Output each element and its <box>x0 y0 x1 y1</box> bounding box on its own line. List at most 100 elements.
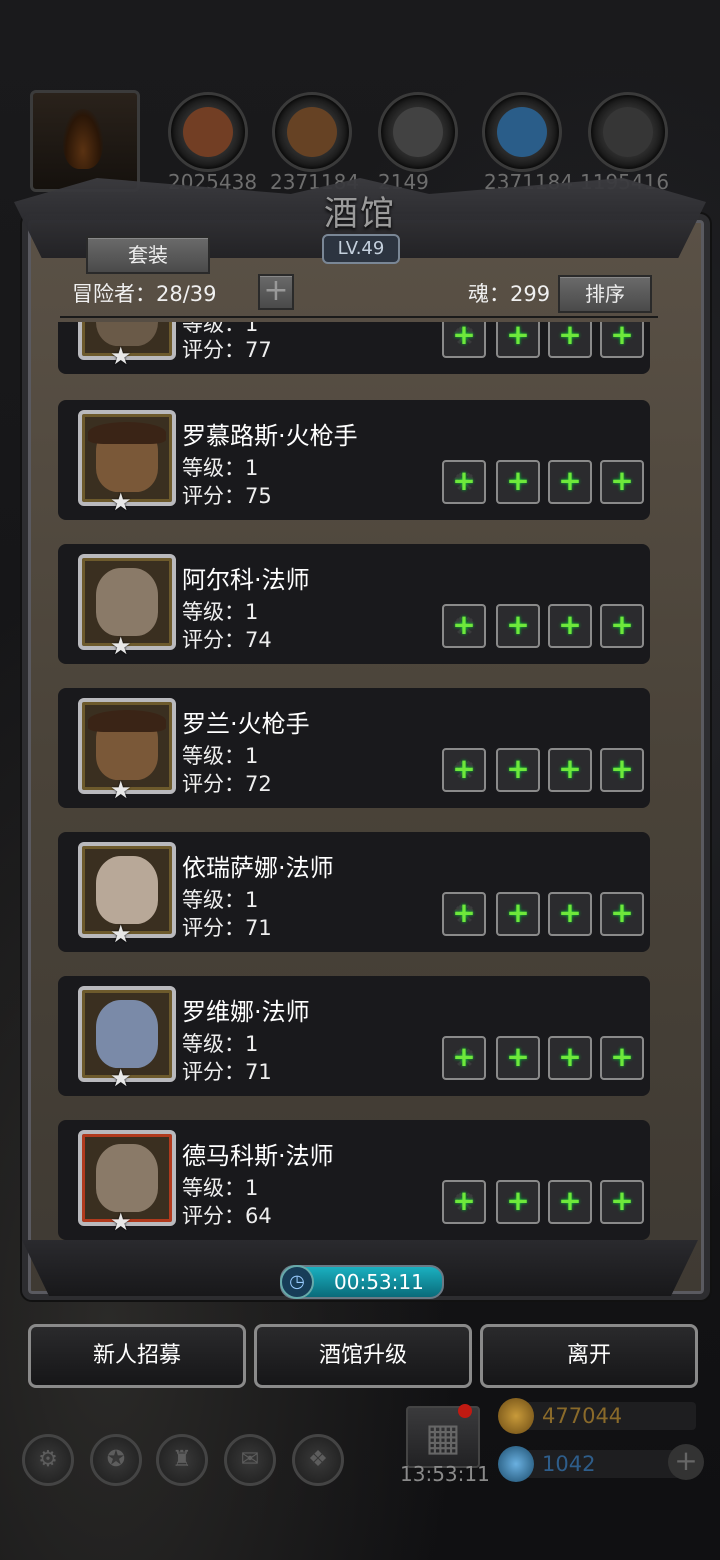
hero-card[interactable]: ★ 罗兰·火枪手 等级：1 评分：72 ⚒ + ✦ + + + <box>58 688 650 808</box>
star-icon: ★ <box>110 488 132 516</box>
equip-slot-ring[interactable]: + <box>548 460 592 504</box>
hero-name: 罗兰·火枪手 <box>182 710 310 738</box>
equip-slot-ring[interactable]: + <box>548 1180 592 1224</box>
soul-count: 魂：299 <box>468 282 551 306</box>
equip-slot-weapon[interactable]: ⚒ + <box>442 748 486 792</box>
sort-button[interactable]: 排序 <box>558 275 652 313</box>
achievement-button[interactable]: ✪ <box>90 1434 142 1486</box>
wood-resource[interactable] <box>272 92 352 172</box>
hero-card[interactable]: ★ 德马科斯·法师 等级：1 评分：64 ⚒ + ✦ + + + <box>58 1120 650 1240</box>
tavern-level-badge: LV.49 <box>322 234 400 264</box>
equip-slot-amulet[interactable]: + <box>600 604 644 648</box>
plus-icon: + <box>506 896 530 929</box>
hero-level: 等级：1 <box>182 744 259 768</box>
plus-icon: + <box>610 896 634 929</box>
equip-slot-armor[interactable]: ✦ + <box>496 322 540 358</box>
gold-coin-icon <box>498 1398 534 1434</box>
equip-slot-armor[interactable]: ✦ + <box>496 1036 540 1080</box>
equip-slot-amulet[interactable]: + <box>600 1036 644 1080</box>
plus-icon: + <box>506 752 530 785</box>
add-currency-button[interactable]: + <box>668 1444 704 1480</box>
ore-resource[interactable] <box>588 92 668 172</box>
equip-slot-amulet[interactable]: + <box>600 892 644 936</box>
plus-icon: + <box>558 322 582 351</box>
gold-value: 477044 <box>542 1404 623 1428</box>
hero-score: 评分：74 <box>182 628 272 652</box>
plus-icon: + <box>452 608 476 641</box>
equip-slot-weapon[interactable]: ⚒ + <box>442 1180 486 1224</box>
iron-icon <box>393 107 443 157</box>
meat-icon <box>183 107 233 157</box>
plus-icon: + <box>506 1184 530 1217</box>
chat-icon: ❖ <box>308 1447 328 1472</box>
crystal-resource[interactable] <box>482 92 562 172</box>
plus-icon: + <box>558 1184 582 1217</box>
equip-slot-weapon[interactable]: ⚒ + <box>442 604 486 648</box>
gift-timer: 13:53:11 <box>400 1462 490 1486</box>
equip-slot-weapon[interactable]: ⚒ + <box>442 460 486 504</box>
hero-score: 评分：71 <box>182 1060 272 1084</box>
recruit-button[interactable]: 新人招募 <box>28 1324 246 1388</box>
hero-card[interactable]: ★ 等级：1 评分：77 ⚒ + ✦ + + + <box>58 322 650 374</box>
hero-level: 等级：1 <box>182 456 259 480</box>
equip-slot-ring[interactable]: + <box>548 1036 592 1080</box>
plus-icon: + <box>452 1040 476 1073</box>
castle-icon: ♜ <box>172 1447 192 1472</box>
refresh-timer: ◷ 00:53:11 <box>280 1265 444 1299</box>
equip-slot-amulet[interactable]: + <box>600 322 644 358</box>
meat-resource[interactable] <box>168 92 248 172</box>
leave-button[interactable]: 离开 <box>480 1324 698 1388</box>
badge-icon: ✪ <box>106 1447 126 1472</box>
equip-slot-ring[interactable]: + <box>548 748 592 792</box>
clock-icon: ◷ <box>280 1265 314 1299</box>
equip-slot-armor[interactable]: ✦ + <box>496 892 540 936</box>
equip-slot-ring[interactable]: + <box>548 892 592 936</box>
add-slot-button[interactable]: + <box>258 274 294 310</box>
equip-slot-weapon[interactable]: ⚒ + <box>442 322 486 358</box>
hero-card[interactable]: ★ 罗维娜·法师 等级：1 评分：71 ⚒ + ✦ + + + <box>58 976 650 1096</box>
plus-icon: + <box>558 608 582 641</box>
header-divider <box>60 316 658 318</box>
plus-icon: + <box>506 464 530 497</box>
plus-icon: + <box>558 896 582 929</box>
equip-slot-ring[interactable]: + <box>548 322 592 358</box>
equip-slot-armor[interactable]: ✦ + <box>496 604 540 648</box>
hero-level: 等级：1 <box>182 1032 259 1056</box>
equip-slot-amulet[interactable]: + <box>600 748 644 792</box>
equip-slot-amulet[interactable]: + <box>600 1180 644 1224</box>
equip-slot-ring[interactable]: + <box>548 604 592 648</box>
hero-card[interactable]: ★ 依瑞萨娜·法师 等级：1 评分：71 ⚒ + ✦ + + + <box>58 832 650 952</box>
hero-list[interactable]: ★ 等级：1 评分：77 ⚒ + ✦ + + + ★ 罗慕路斯·火枪手 等级：1 评… <box>58 322 658 1242</box>
hero-score: 评分：71 <box>182 916 272 940</box>
hero-name: 依瑞萨娜·法师 <box>182 854 334 882</box>
plus-icon: + <box>452 896 476 929</box>
hero-score: 评分：64 <box>182 1204 272 1228</box>
equip-slot-armor[interactable]: ✦ + <box>496 748 540 792</box>
settings-button[interactable]: ⚙ <box>22 1434 74 1486</box>
building-button[interactable]: ♜ <box>156 1434 208 1486</box>
hero-card[interactable]: ★ 阿尔科·法师 等级：1 评分：74 ⚒ + ✦ + + + <box>58 544 650 664</box>
suit-button[interactable]: 套装 <box>86 236 210 274</box>
mail-button[interactable]: ✉ <box>224 1434 276 1486</box>
hero-level: 等级：1 <box>182 600 259 624</box>
gift-icon: ▦ <box>425 1415 461 1459</box>
hero-level: 等级：1 <box>182 1176 259 1200</box>
plus-icon: + <box>506 1040 530 1073</box>
hero-portrait-button[interactable] <box>30 90 140 192</box>
equip-slot-amulet[interactable]: + <box>600 460 644 504</box>
equip-slot-weapon[interactable]: ⚒ + <box>442 892 486 936</box>
equip-slot-armor[interactable]: ✦ + <box>496 460 540 504</box>
plus-icon: + <box>452 752 476 785</box>
hero-name: 阿尔科·法师 <box>182 566 310 594</box>
equip-slot-armor[interactable]: ✦ + <box>496 1180 540 1224</box>
chat-button[interactable]: ❖ <box>292 1434 344 1486</box>
hero-portrait-icon <box>63 109 103 169</box>
plus-icon: + <box>452 464 476 497</box>
upgrade-tavern-button[interactable]: 酒馆升级 <box>254 1324 472 1388</box>
hero-card[interactable]: ★ 罗慕路斯·火枪手 等级：1 评分：75 ⚒ + ✦ + + + <box>58 400 650 520</box>
plus-icon: + <box>558 752 582 785</box>
plus-icon: + <box>610 1184 634 1217</box>
equip-slot-weapon[interactable]: ⚒ + <box>442 1036 486 1080</box>
hero-name: 罗维娜·法师 <box>182 998 310 1026</box>
iron-resource[interactable] <box>378 92 458 172</box>
